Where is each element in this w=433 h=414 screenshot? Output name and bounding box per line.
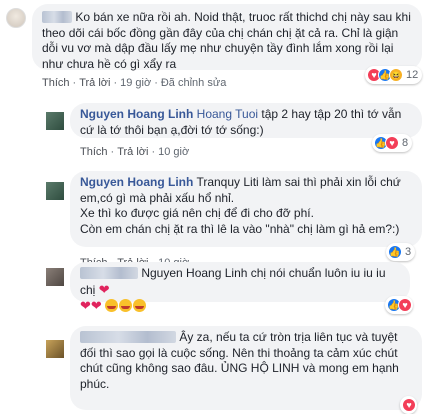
- heart-emoji: ❤: [80, 298, 91, 313]
- reaction-summary[interactable]: 👍 3: [386, 243, 416, 261]
- love-icon: ♥: [385, 136, 399, 150]
- reaction-count: 8: [402, 137, 409, 149]
- heart-emoji: ❤: [98, 281, 110, 297]
- avatar[interactable]: [46, 268, 64, 286]
- blurred-author-name[interactable]: [80, 267, 138, 279]
- comment-bubble: Ây za, nếu ta cứ tròn trịa liên tục và t…: [70, 326, 422, 410]
- reaction-count: 12: [406, 69, 419, 81]
- avatar[interactable]: [6, 8, 26, 28]
- reply-button[interactable]: Trả lời: [79, 77, 110, 89]
- comment-bubble: Ko bán xe nữa rồi ah. Noid thật, truoc r…: [32, 4, 422, 71]
- avatar[interactable]: [46, 340, 64, 358]
- blurred-author-name[interactable]: [80, 331, 176, 343]
- smiling-face-emoji: [105, 299, 119, 312]
- comment-bubble: Nguyen Hoang Linh Tranquy Liti làm sai t…: [70, 171, 422, 247]
- comment-timestamp[interactable]: 19 giờ: [120, 77, 151, 89]
- avatar[interactable]: [46, 112, 64, 130]
- like-icon: 👍: [388, 245, 402, 259]
- reaction-summary[interactable]: ♥ 👍 😆 12: [365, 66, 423, 84]
- reaction-summary[interactable]: 👍 ♥ 8: [372, 134, 413, 152]
- comment-author[interactable]: Nguyen Hoang Linh: [80, 175, 193, 189]
- mention-link[interactable]: Hoang Tuoi: [197, 107, 258, 121]
- reaction-count: 3: [405, 246, 412, 258]
- reply-button[interactable]: Trả lời: [117, 146, 148, 158]
- comment-timestamp[interactable]: 10 giờ: [158, 146, 189, 158]
- edited-label[interactable]: Đã chỉnh sửa: [161, 77, 226, 89]
- reaction-summary[interactable]: ♥: [400, 396, 417, 414]
- comment-actions: Thích · Trả lời · 19 giờ · Đã chỉnh sửa: [42, 77, 227, 89]
- smiling-face-emoji: [119, 299, 133, 312]
- haha-icon: 😆: [389, 68, 403, 82]
- avatar[interactable]: [46, 182, 64, 200]
- comment-bubble: Nguyen Hoang Linh chị nói chuẩn luôn iu …: [70, 262, 410, 313]
- comment-line: Nguyen Hoang Linh Tranquy Liti làm sai t…: [80, 175, 412, 206]
- comment-actions: Thích·Trả lời·10 giờ: [80, 146, 190, 158]
- blurred-author-name[interactable]: [42, 11, 72, 23]
- love-icon: ♥: [402, 398, 416, 412]
- comment-text: Ko bán xe nữa rồi ah. Noid thật, truoc r…: [42, 10, 411, 71]
- love-icon: ♥: [398, 298, 412, 312]
- comment-author[interactable]: Nguyen Hoang Linh: [80, 107, 193, 121]
- comment-line: Còn em chán chị ặt ra thì lê la vào "nhà…: [80, 221, 400, 236]
- like-button[interactable]: Thích: [80, 146, 108, 158]
- reaction-summary[interactable]: 👍 ♥: [385, 296, 413, 314]
- heart-emoji: ❤: [90, 298, 102, 313]
- like-button[interactable]: Thích: [42, 77, 70, 89]
- smiling-face-emoji: [133, 299, 147, 312]
- comment-bubble: Nguyen Hoang Linh Hoang Tuoi tập 2 hay t…: [70, 103, 422, 138]
- comment-line: Xe thì ko được giá nên chị để đi cho đỡ …: [80, 206, 314, 220]
